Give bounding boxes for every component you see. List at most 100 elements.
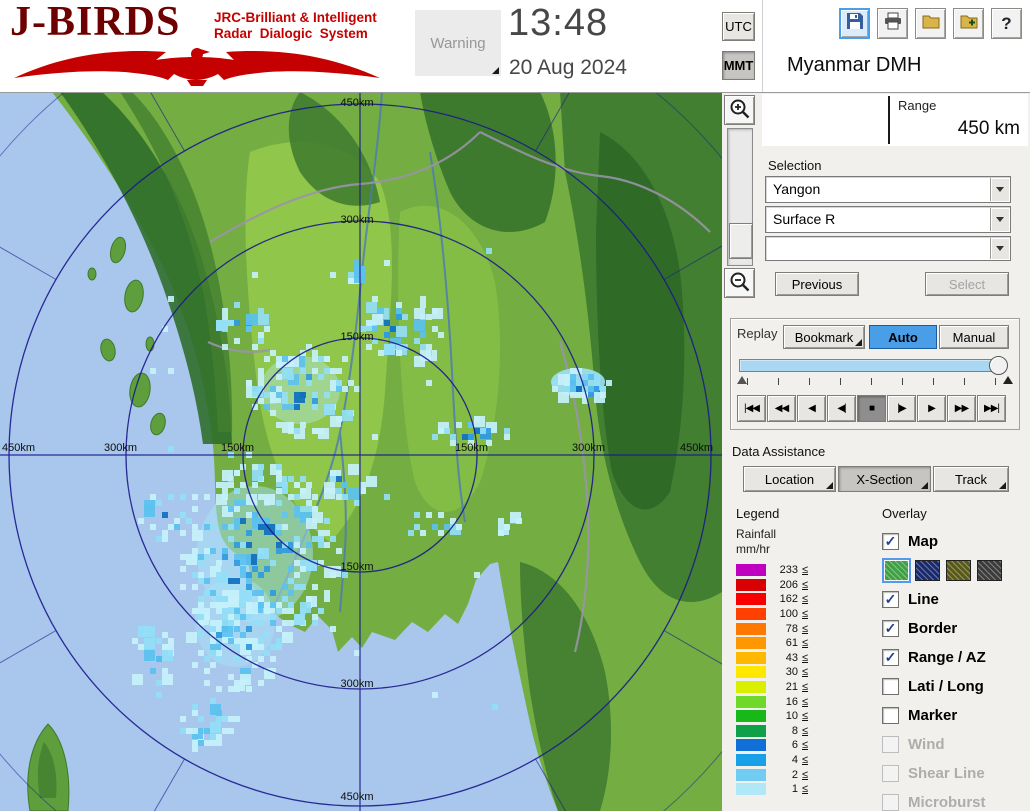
dropdown-button[interactable] [990,178,1009,201]
help-icon: ? [1001,13,1012,33]
header-right-section: ? Myanmar DMH [762,0,1030,92]
export-button[interactable] [953,8,984,39]
fast-rewind-button[interactable]: ◀◀ [767,395,796,422]
folder-icon [921,11,941,36]
legend-entry: 43 ≤ [736,651,876,666]
range-label: Range [898,98,937,113]
mmt-button[interactable]: MMT [722,51,755,80]
legend-color-swatch [736,754,766,767]
chevron-down-icon [996,187,1004,192]
zoom-in-button[interactable] [724,95,755,125]
play-reverse-button[interactable]: ◀ [797,395,826,422]
zoom-slider[interactable] [727,128,753,266]
skip-end-button[interactable]: ▶▶| [977,395,1006,422]
map-checkbox[interactable]: ✓ [882,533,899,550]
map-style-swatch-olive[interactable] [946,560,971,581]
map-style-swatch-gray[interactable] [977,560,1002,581]
overlay-item-line: ✓ Line [882,585,1028,614]
line-checkbox[interactable]: ✓ [882,591,899,608]
legend-entry: 2 ≤ [736,767,876,782]
site-dropdown[interactable]: Yangon [765,176,1011,203]
location-button[interactable]: Location [743,466,836,492]
legend-scale: 233 ≤ 206 ≤ 162 ≤ 100 ≤ 78 ≤ 61 ≤ 43 ≤ 30 ≤ 21 ≤ … [736,563,876,797]
auto-button[interactable]: Auto [869,325,937,349]
marker-checkbox[interactable] [882,707,899,724]
warning-button[interactable]: Warning [415,10,501,76]
zoom-slider-thumb[interactable] [729,223,753,259]
range-readout: Range 450 km [762,94,1028,146]
shear-line-checkbox [882,765,899,782]
option-dropdown[interactable] [765,236,1011,261]
legend-panel: Legend Rainfall mm/hr 233 ≤ 206 ≤ 162 ≤ 100… [736,506,876,797]
jbirds-app: J-BIRDS JRC-Brilliant & Intelligent Radar… [0,0,1030,811]
legend-color-swatch [736,695,766,708]
radar-map-canvas [0,92,722,811]
play-button[interactable]: ▶ [917,395,946,422]
legend-color-swatch [736,768,766,781]
playback-controls: |◀◀ ◀◀ ◀ ◀| ■ |▶ ▶ ▶▶ ▶▶| [737,395,1006,422]
stop-button[interactable]: ■ [857,395,886,422]
x-section-button[interactable]: X-Section [838,466,931,492]
manual-button[interactable]: Manual [939,325,1009,349]
legend-color-swatch [736,593,766,606]
replay-group: Replay Bookmark Auto Manual |◀◀ ◀◀ ◀ ◀| … [730,318,1020,430]
replay-label: Replay [737,326,778,341]
skip-start-button[interactable]: |◀◀ [737,395,766,422]
range-divider [888,96,890,144]
legend-color-swatch [736,710,766,723]
station-name: Myanmar DMH [787,54,922,76]
legend-color-swatch [736,724,766,737]
overlay-title: Overlay [882,506,927,521]
map-style-swatch-green[interactable] [882,558,911,583]
product-dropdown[interactable]: Surface R [765,206,1011,233]
overlay-item-wind: Wind [882,730,1028,759]
fast-forward-button[interactable]: ▶▶ [947,395,976,422]
open-folder-button[interactable] [915,8,946,39]
timeline-start-marker-icon [737,376,747,384]
step-back-button[interactable]: ◀| [827,395,856,422]
control-panel: Range 450 km Selection Yangon Surface R … [722,92,1030,811]
range-value: 450 km [957,118,1020,139]
legend-entry: 162 ≤ [736,592,876,607]
radar-map[interactable]: 450km 300km 150km 150km 300km 450km 450k… [0,92,722,811]
dropdown-button[interactable] [990,238,1009,259]
overlay-item-border: ✓ Border [882,614,1028,643]
selection-label: Selection [768,158,822,173]
timeline-end-marker-icon [1003,376,1013,384]
range-az-checkbox[interactable]: ✓ [882,649,899,666]
help-button[interactable]: ? [991,8,1022,39]
legend-entry: 61 ≤ [736,636,876,651]
previous-button[interactable]: Previous [775,272,859,296]
legend-entry: 30 ≤ [736,665,876,680]
overlay-item-range-az: ✓ Range / AZ [882,643,1028,672]
legend-entry: 206 ≤ [736,578,876,593]
utc-button[interactable]: UTC [722,12,755,41]
lati-long-checkbox[interactable] [882,678,899,695]
app-logo-title: J-BIRDS [10,0,181,45]
legend-color-swatch [736,608,766,621]
replay-timeline-slider[interactable] [739,356,1008,375]
overlay-item-marker: Marker [882,701,1028,730]
map-style-swatch-navy[interactable] [915,560,940,581]
legend-color-swatch [736,578,766,591]
legend-color-swatch [736,739,766,752]
step-forward-button[interactable]: |▶ [887,395,916,422]
legend-entry: 6 ≤ [736,738,876,753]
border-checkbox[interactable]: ✓ [882,620,899,637]
zoom-out-button[interactable] [724,268,755,298]
print-button[interactable] [877,8,908,39]
tagline-line1: JRC-Brilliant & Intelligent [214,10,377,25]
tagline-line2: Radar Dialogic System [214,25,368,41]
timeline-ticks [747,378,997,385]
microburst-checkbox [882,794,899,811]
track-button[interactable]: Track [933,466,1009,492]
legend-color-swatch [736,564,766,577]
select-button: Select [925,272,1009,296]
timeline-slider-thumb[interactable] [989,356,1008,375]
bookmark-button[interactable]: Bookmark [783,325,865,349]
map-style-selector [882,556,1028,585]
save-button[interactable] [839,8,870,39]
legend-subtitle-rainfall: Rainfall [736,527,777,541]
dropdown-button[interactable] [990,208,1009,231]
overlay-item-map: ✓ Map [882,527,1028,556]
